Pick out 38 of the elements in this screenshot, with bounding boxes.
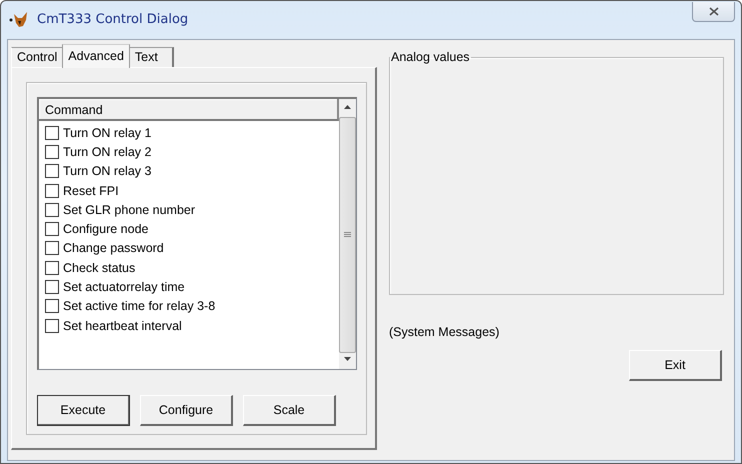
command-item[interactable]: Set active time for relay 3-8 [63, 299, 216, 314]
scroll-up-icon[interactable] [344, 105, 351, 109]
exit-button[interactable]: Exit [629, 350, 722, 381]
close-icon [708, 7, 718, 16]
command-item[interactable]: Turn ON relay 1 [63, 126, 152, 140]
group-title: Analog values [390, 50, 471, 64]
command-item[interactable]: Turn ON relay 2 [63, 144, 152, 159]
checkbox[interactable] [45, 202, 59, 217]
column-header[interactable]: Command [39, 99, 339, 121]
action-button[interactable]: Execute [37, 395, 130, 426]
checkbox[interactable] [45, 126, 59, 140]
checkbox[interactable] [45, 222, 59, 236]
grip-icon [344, 232, 351, 238]
checkbox[interactable] [45, 241, 59, 256]
tab[interactable]: Advanced [62, 44, 130, 68]
command-item[interactable]: Set heartbeat interval [63, 318, 182, 333]
command-item[interactable]: Check status [63, 260, 136, 275]
status-message: (System Messages) [389, 325, 500, 339]
tab[interactable]: Text [128, 47, 174, 67]
checkbox[interactable] [45, 184, 59, 198]
checkbox[interactable] [45, 164, 59, 178]
command-item[interactable]: Change password [63, 241, 164, 256]
checkbox[interactable] [45, 299, 59, 314]
command-item[interactable]: Turn ON relay 3 [63, 164, 152, 178]
command-item[interactable]: Set actuatorrelay time [63, 280, 185, 294]
close-button[interactable] [692, 2, 735, 22]
checkbox[interactable] [45, 280, 59, 294]
checkbox[interactable] [45, 144, 59, 159]
tab[interactable]: Control [11, 47, 64, 67]
command-item[interactable]: Reset FPI [63, 184, 119, 198]
action-button[interactable]: Scale [243, 395, 336, 426]
action-button[interactable]: Configure [140, 395, 233, 426]
command-item[interactable]: Set GLR phone number [63, 202, 196, 217]
window-title: CmT333 Control Dialog [37, 12, 188, 26]
checkbox[interactable] [45, 260, 59, 275]
checkbox[interactable] [45, 318, 59, 333]
command-item[interactable]: Configure node [63, 222, 148, 236]
scroll-down-icon[interactable] [344, 357, 351, 361]
